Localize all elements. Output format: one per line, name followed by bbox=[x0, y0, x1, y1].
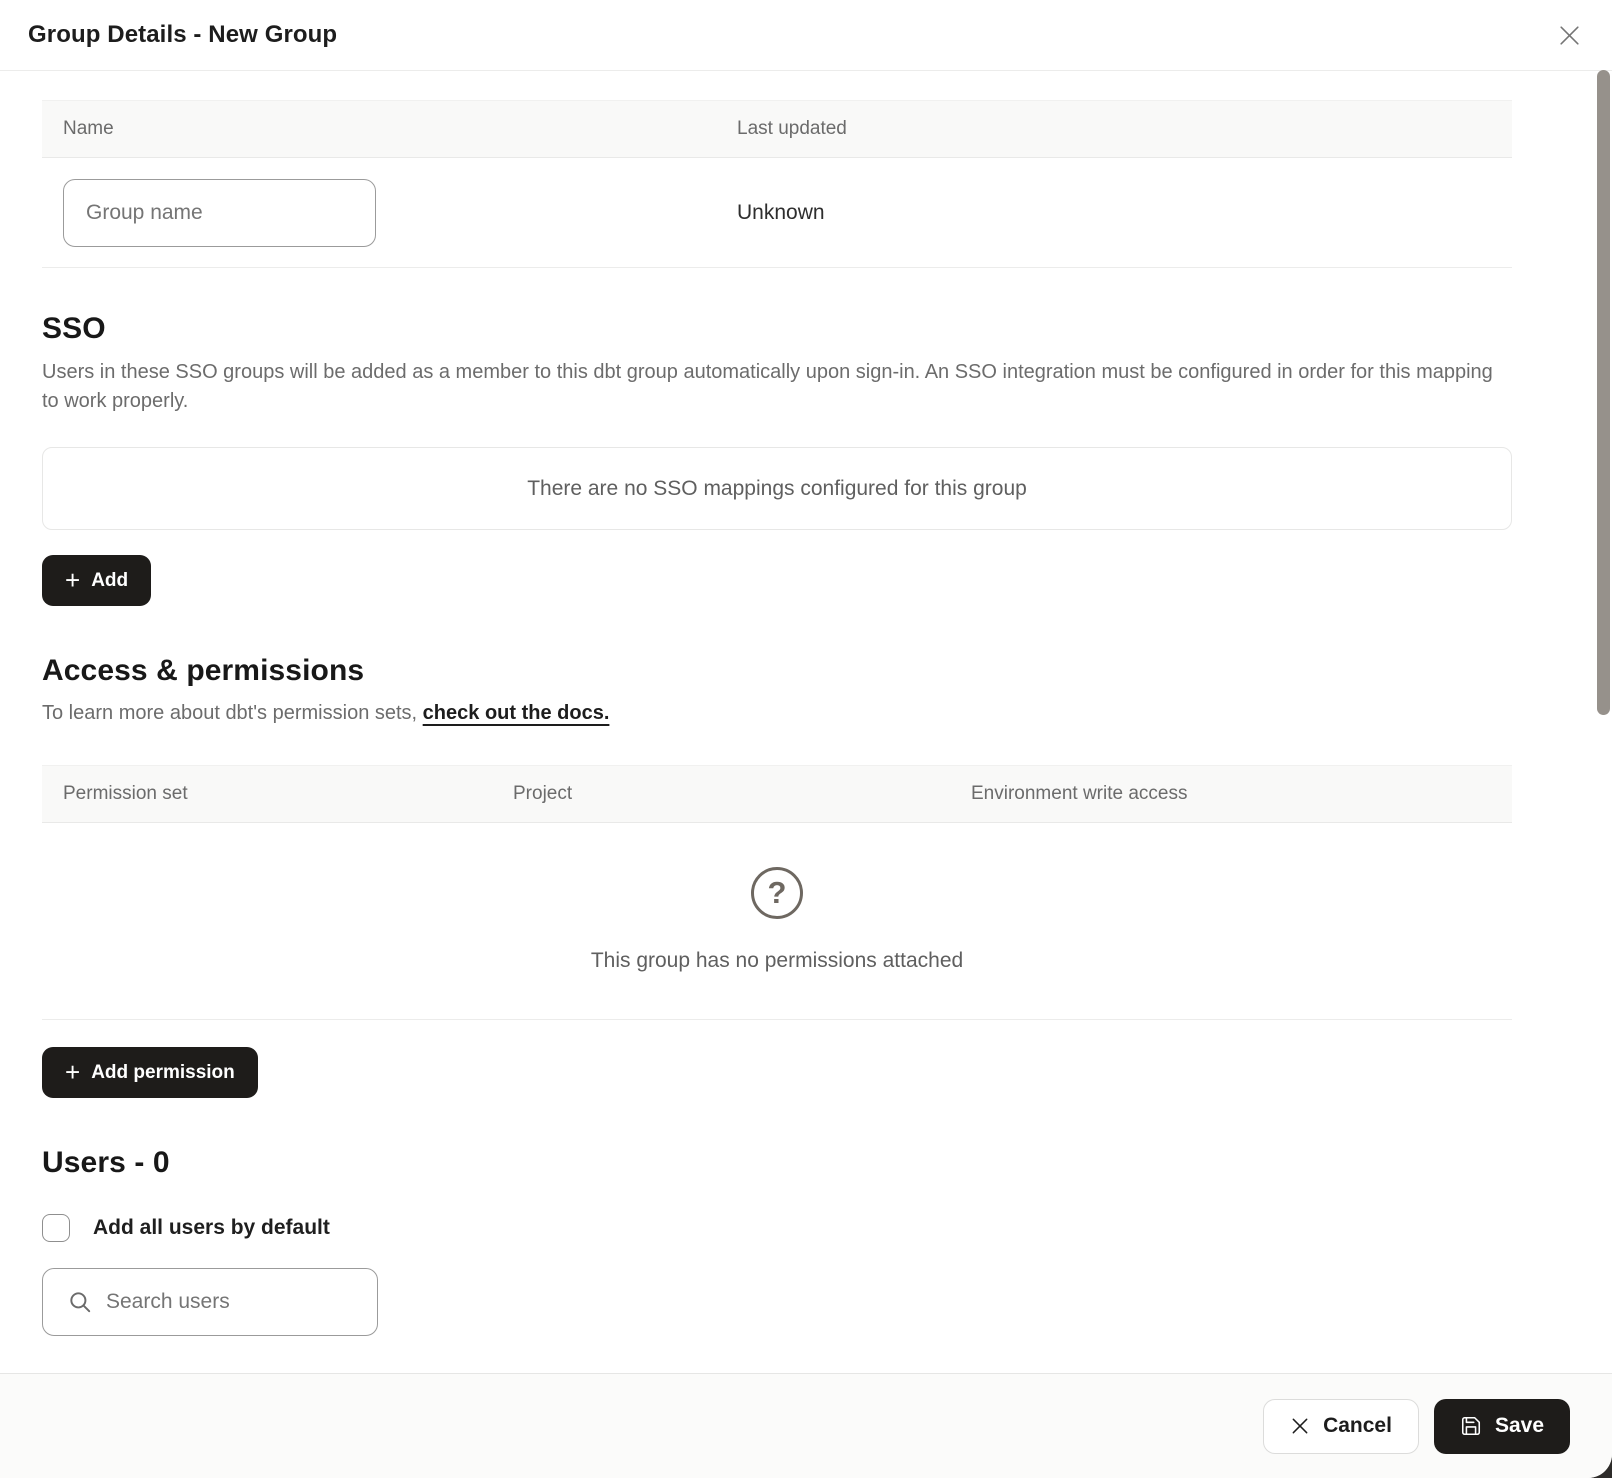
modal-header: Group Details - New Group bbox=[0, 0, 1612, 71]
close-button[interactable] bbox=[1552, 18, 1586, 52]
modal-body: Name Last updated Unknown SSO Users in t… bbox=[0, 71, 1612, 1373]
add-permission-button[interactable]: + Add permission bbox=[42, 1047, 258, 1098]
cancel-x-icon bbox=[1290, 1416, 1310, 1436]
permissions-empty-message: This group has no permissions attached bbox=[591, 949, 963, 973]
page-title: Group Details - New Group bbox=[28, 21, 337, 49]
save-button[interactable]: Save bbox=[1434, 1399, 1570, 1454]
group-name-table: Name Last updated Unknown bbox=[42, 100, 1512, 268]
save-label: Save bbox=[1495, 1414, 1544, 1438]
cancel-label: Cancel bbox=[1323, 1414, 1392, 1438]
column-header-permission-set: Permission set bbox=[42, 766, 492, 822]
question-mark-icon: ? bbox=[751, 867, 803, 919]
permissions-empty-state: ? This group has no permissions attached bbox=[42, 823, 1512, 1020]
column-header-name: Name bbox=[42, 101, 716, 157]
permissions-docs-line: To learn more about dbt's permission set… bbox=[42, 702, 1512, 725]
add-permission-label: Add permission bbox=[91, 1062, 235, 1084]
add-all-users-label[interactable]: Add all users by default bbox=[93, 1216, 330, 1240]
save-disk-icon bbox=[1460, 1415, 1482, 1437]
permissions-docs-text: To learn more about dbt's permission set… bbox=[42, 702, 423, 724]
column-header-project: Project bbox=[492, 766, 950, 822]
sso-heading: SSO bbox=[42, 312, 1512, 346]
sso-empty-state: There are no SSO mappings configured for… bbox=[42, 447, 1512, 530]
add-sso-mapping-label: Add bbox=[91, 570, 128, 592]
add-all-users-row: Add all users by default bbox=[42, 1214, 1512, 1242]
sso-description: Users in these SSO groups will be added … bbox=[42, 358, 1512, 416]
sso-empty-message: There are no SSO mappings configured for… bbox=[527, 477, 1027, 501]
plus-icon: + bbox=[65, 1059, 80, 1085]
cancel-button[interactable]: Cancel bbox=[1263, 1399, 1419, 1454]
search-users-input[interactable] bbox=[42, 1268, 378, 1336]
search-users-wrap bbox=[42, 1268, 378, 1336]
modal-footer: Cancel Save bbox=[0, 1373, 1612, 1478]
docs-link[interactable]: check out the docs. bbox=[423, 702, 610, 724]
question-glyph: ? bbox=[768, 875, 787, 911]
permissions-table-header: Permission set Project Environment write… bbox=[42, 765, 1512, 823]
plus-icon: + bbox=[65, 567, 80, 593]
permissions-heading: Access & permissions bbox=[42, 654, 1512, 688]
group-details-modal: Group Details - New Group Name Last upda… bbox=[0, 0, 1612, 1478]
users-heading: Users - 0 bbox=[42, 1146, 1512, 1180]
add-all-users-checkbox[interactable] bbox=[42, 1214, 70, 1242]
column-header-environment-write-access: Environment write access bbox=[950, 766, 1512, 822]
group-name-input[interactable] bbox=[63, 179, 376, 247]
add-sso-mapping-button[interactable]: + Add bbox=[42, 555, 151, 606]
close-icon bbox=[1557, 23, 1582, 48]
column-header-last-updated: Last updated bbox=[716, 101, 1512, 157]
last-updated-value: Unknown bbox=[716, 201, 1512, 225]
scrollbar[interactable] bbox=[1597, 70, 1610, 715]
table-row: Unknown bbox=[42, 158, 1512, 268]
permissions-table: Permission set Project Environment write… bbox=[42, 765, 1512, 1020]
group-name-table-header: Name Last updated bbox=[42, 100, 1512, 158]
